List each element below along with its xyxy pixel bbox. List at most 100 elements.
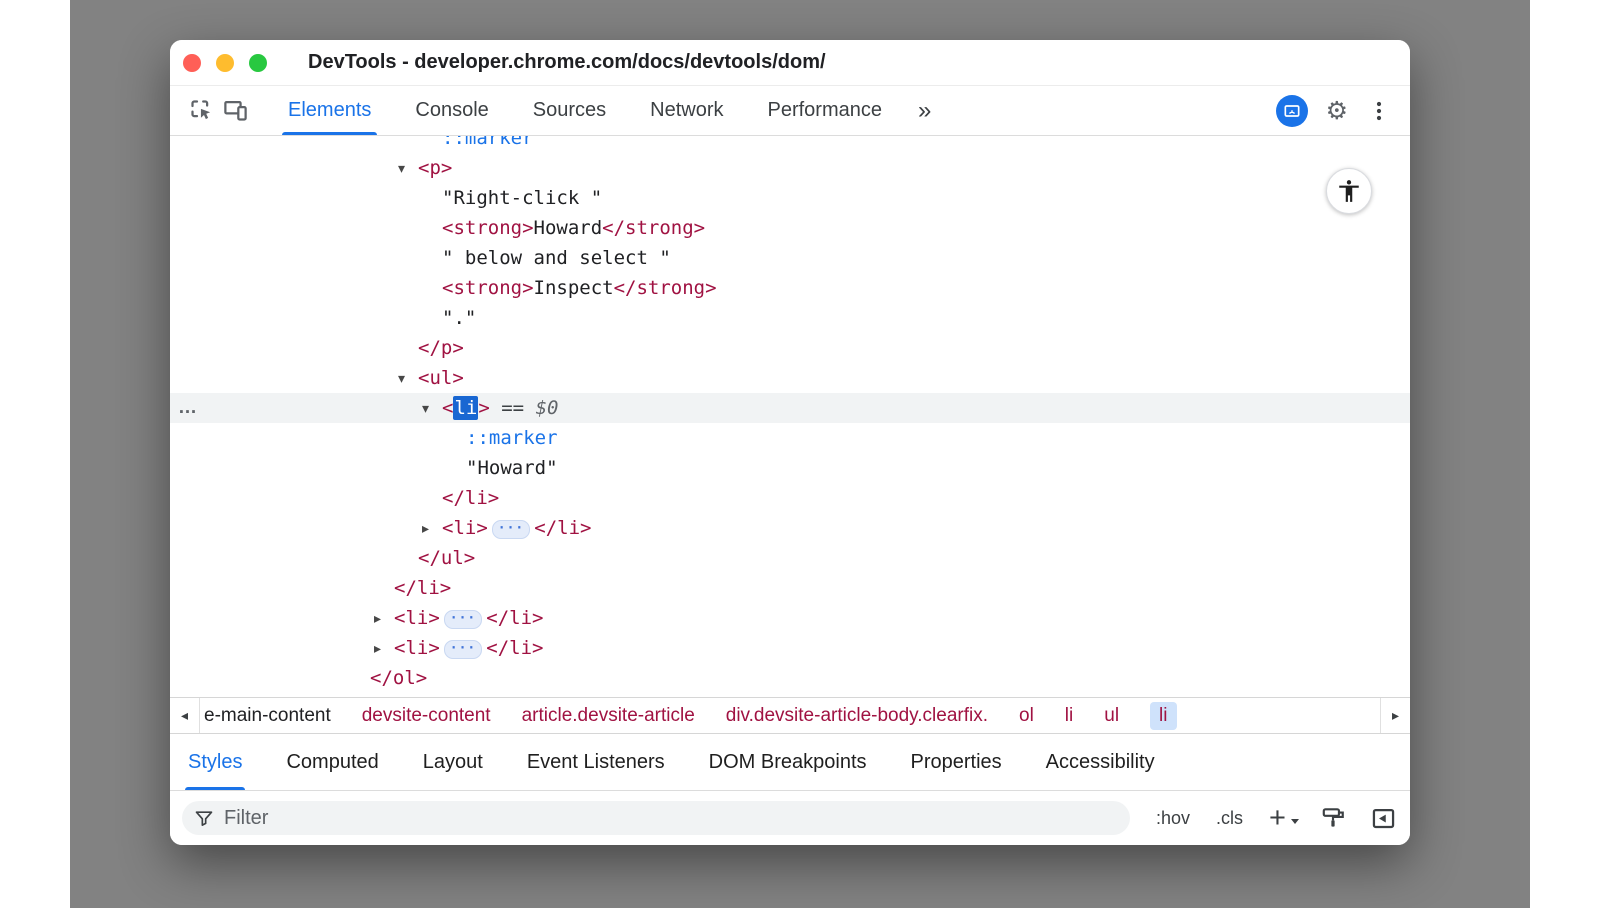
chevron-down-icon[interactable]: ▾	[398, 364, 418, 394]
close-window-button[interactable]	[183, 54, 201, 72]
rendering-emulations-button[interactable]	[1320, 805, 1346, 831]
chevron-down-icon[interactable]: ▾	[422, 394, 442, 424]
breadcrumb-item[interactable]: div.devsite-article-body.clearfix.	[726, 705, 988, 727]
token-tag: <p>	[418, 157, 452, 179]
token-pill: ···	[444, 640, 482, 659]
maximize-window-button[interactable]	[249, 54, 267, 72]
customize-devtools-button[interactable]	[1362, 94, 1396, 128]
token-tag: <li>	[442, 517, 488, 539]
devtools-toolbar: Elements Console Sources Network Performance…	[170, 86, 1410, 136]
dom-tree-row[interactable]: </p>	[170, 333, 1410, 363]
chevron-right-icon[interactable]: ▸	[374, 634, 394, 664]
toggle-sidebar-button[interactable]	[1370, 805, 1397, 832]
row-overflow-dots[interactable]: …	[178, 393, 198, 423]
dom-tree-row[interactable]: </li>	[170, 483, 1410, 513]
tab-sources[interactable]: Sources	[531, 86, 608, 135]
minimize-window-button[interactable]	[216, 54, 234, 72]
sidebar-tab-properties[interactable]: Properties	[911, 734, 1002, 790]
dom-tree-row[interactable]: </li>	[170, 573, 1410, 603]
breadcrumb-item[interactable]: e-main-content	[204, 705, 331, 727]
title-bar: DevTools - developer.chrome.com/docs/dev…	[170, 40, 1410, 86]
filter-funnel-icon	[194, 808, 214, 828]
breadcrumb-item[interactable]: ol	[1019, 705, 1034, 727]
token-tag: </li>	[442, 487, 499, 509]
sidebar-tab-styles[interactable]: Styles	[188, 734, 242, 790]
tab-performance[interactable]: Performance	[766, 86, 885, 135]
dom-tree-row[interactable]: ▸<li>···</li>	[170, 603, 1410, 633]
sidebar-tabs: Styles Computed Layout Event Listeners DOM B…	[170, 734, 1410, 791]
toggle-device-toolbar-button[interactable]	[218, 94, 252, 128]
sidebar-tab-accessibility[interactable]: Accessibility	[1046, 734, 1155, 790]
sidebar-tab-dom-breakpoints[interactable]: DOM Breakpoints	[709, 734, 867, 790]
new-style-rule-button[interactable]: +	[1269, 804, 1286, 833]
dom-tree-row[interactable]: </ol>	[170, 663, 1410, 693]
breadcrumb-item[interactable]: li	[1065, 705, 1073, 727]
breadcrumb-item[interactable]: article.devsite-article	[522, 705, 695, 727]
token-tag: </p>	[418, 337, 464, 359]
screencast-button[interactable]	[1276, 95, 1308, 127]
dom-tree-row[interactable]: ▾<ul>	[170, 363, 1410, 393]
chevron-right-icon[interactable]: ▸	[422, 514, 442, 544]
token-tag: >	[478, 397, 489, 419]
token-text: Howard	[534, 217, 603, 239]
styles-toolbar: :hov .cls +	[170, 791, 1410, 845]
sidebar-tab-layout[interactable]: Layout	[423, 734, 483, 790]
styles-filter-field[interactable]	[182, 801, 1130, 835]
dom-tree-row[interactable]: <strong>Howard</strong>	[170, 213, 1410, 243]
paint-roller-icon	[1320, 805, 1346, 831]
dom-tree-row[interactable]: "Right-click "	[170, 183, 1410, 213]
dom-tree-row[interactable]: " below and select "	[170, 243, 1410, 273]
token-text: "."	[442, 307, 476, 329]
token-text: " below and select "	[442, 247, 671, 269]
breadcrumb-scroll-left-button[interactable]: ◂	[170, 698, 200, 733]
dom-tree-row[interactable]: …▾<li> == $0	[170, 393, 1410, 423]
dom-tree-row[interactable]: ▸<li>···</li>	[170, 633, 1410, 663]
token-tag: <ul>	[418, 367, 464, 389]
token-text: "Right-click "	[442, 187, 602, 209]
chevron-down-icon[interactable]: ▾	[398, 154, 418, 184]
dom-tree: ::marker▾<p>"Right-click "<strong>Howard…	[170, 136, 1410, 697]
dom-tree-row[interactable]: </ul>	[170, 543, 1410, 573]
token-dollar: $0	[536, 397, 559, 419]
device-toolbar-icon	[222, 97, 249, 124]
token-pill: ···	[444, 610, 482, 629]
breadcrumb-scroll-right-button[interactable]: ▸	[1380, 698, 1410, 733]
dom-tree-row[interactable]: ▸<li>···</li>	[170, 513, 1410, 543]
tab-elements[interactable]: Elements	[286, 86, 373, 135]
token-eq: ==	[490, 397, 536, 419]
chevron-right-icon[interactable]: ▸	[374, 604, 394, 634]
token-tag: </ol>	[370, 667, 427, 689]
chevron-left-icon: ◂	[181, 708, 188, 724]
token-marker: ::marker	[442, 136, 534, 149]
breadcrumb-item[interactable]: devsite-content	[362, 705, 491, 727]
dom-tree-row[interactable]: "Howard"	[170, 453, 1410, 483]
dom-tree-row[interactable]: <strong>Inspect</strong>	[170, 273, 1410, 303]
dom-tree-row[interactable]: ::marker	[170, 423, 1410, 453]
settings-button[interactable]: ⚙	[1326, 96, 1348, 125]
tab-console[interactable]: Console	[413, 86, 490, 135]
dom-tree-row[interactable]: ::marker	[170, 136, 1410, 153]
sidebar-tab-computed[interactable]: Computed	[286, 734, 378, 790]
token-tag: </strong>	[614, 277, 717, 299]
dom-tree-row[interactable]: "."	[170, 303, 1410, 333]
breadcrumb-item[interactable]: ul	[1104, 705, 1119, 727]
breadcrumb-item[interactable]: li	[1150, 702, 1176, 730]
toggle-element-state-button[interactable]: :hov	[1156, 808, 1190, 829]
token-tag: <strong>	[442, 217, 534, 239]
inspect-icon	[188, 97, 215, 124]
token-hl: li	[453, 396, 478, 420]
window-title: DevTools - developer.chrome.com/docs/dev…	[308, 51, 826, 74]
tab-network[interactable]: Network	[648, 86, 725, 135]
more-tabs-button[interactable]: »	[918, 97, 931, 125]
kebab-menu-icon	[1367, 99, 1391, 123]
token-text: "Howard"	[466, 457, 558, 479]
token-tag: <li>	[394, 637, 440, 659]
token-tag: </li>	[486, 607, 543, 629]
element-classes-button[interactable]: .cls	[1216, 808, 1243, 829]
token-tag: </strong>	[602, 217, 705, 239]
dom-tree-row[interactable]: ▾<p>	[170, 153, 1410, 183]
inspect-element-button[interactable]	[184, 94, 218, 128]
token-pill: ···	[492, 520, 530, 539]
sidebar-tab-event-listeners[interactable]: Event Listeners	[527, 734, 665, 790]
styles-filter-input[interactable]	[224, 807, 1118, 830]
